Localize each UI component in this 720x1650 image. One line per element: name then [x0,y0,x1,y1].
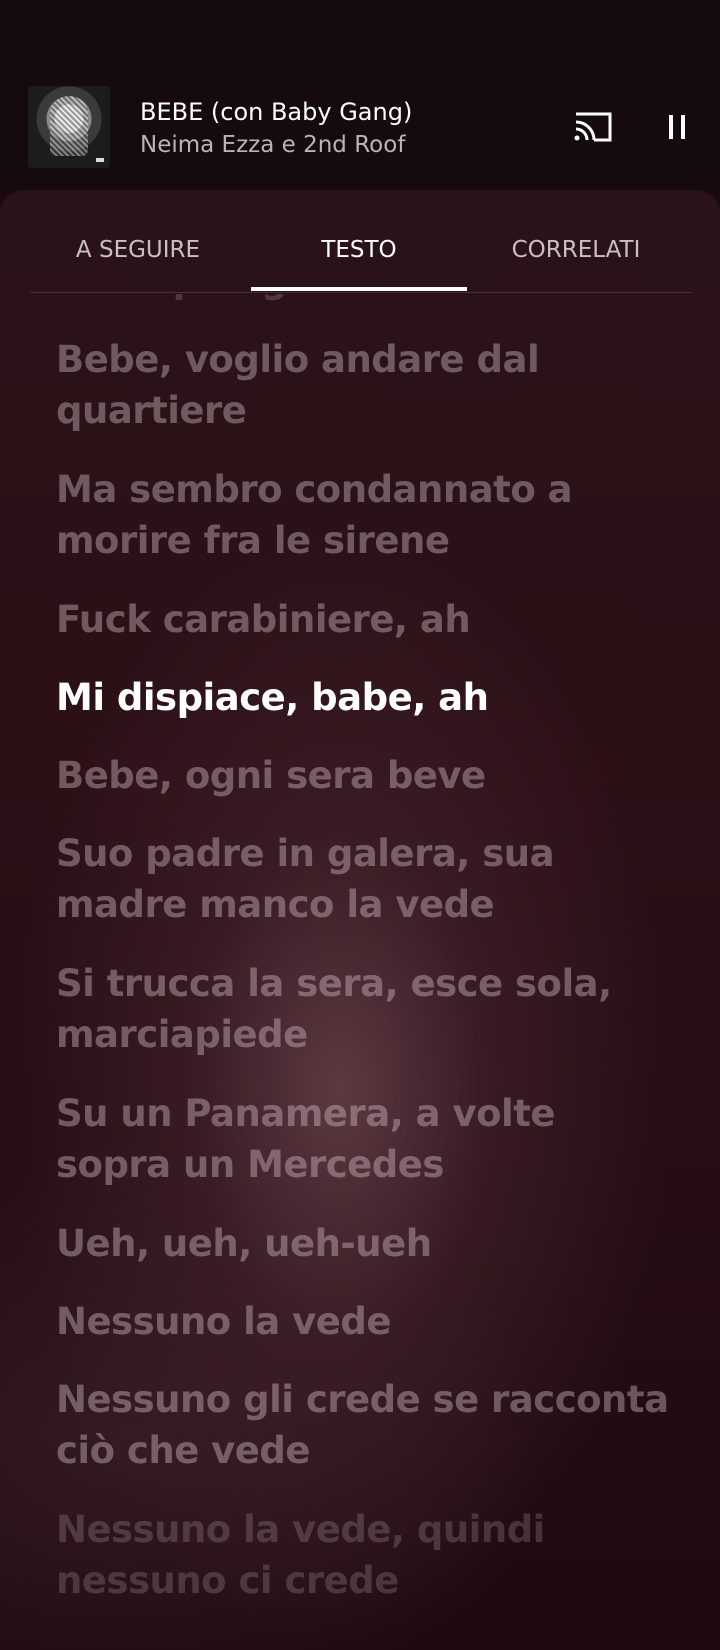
tab-active-indicator [251,287,467,291]
lyric-line[interactable]: Bebe, voglio andare dal quartiere [56,334,676,436]
lyric-line[interactable]: Ma sembro condannato a morire fra le sir… [56,464,676,566]
tab-related[interactable]: CORRELATI [468,230,684,290]
tab-up-next[interactable]: A SEGUIRE [30,230,246,290]
lyric-line[interactable]: Ueh, ueh, ueh-ueh [56,1218,676,1269]
track-title: BEBE (con Baby Gang) [140,98,413,126]
track-artist: Neima Ezza e 2nd Roof [140,132,406,158]
tab-bar: A SEGUIRE TESTO CORRELATI [30,230,692,293]
lyrics-list[interactable]: E ora piangi tutte le sere Bebe, voglio … [0,294,720,1650]
lyric-line-current[interactable]: Mi dispiace, babe, ah [56,672,676,723]
mini-player-bar[interactable]: BEBE (con Baby Gang) Neima Ezza e 2nd Ro… [0,0,720,190]
lyric-line[interactable]: Suo padre in galera, sua madre manco la … [56,828,676,930]
lyric-line[interactable]: Bebe, ogni sera beve [56,750,676,801]
tab-lyrics[interactable]: TESTO [251,230,467,290]
lyric-line[interactable]: Su un Panamera, a volte sopra un Mercede… [56,1088,676,1190]
cast-button[interactable] [572,110,614,144]
lyric-line[interactable]: Nessuno la vede, quindi nessuno ci crede [56,1504,676,1606]
pause-button[interactable] [660,110,694,144]
lyric-line-partial: E ora piangi tutte le sere [56,294,676,305]
album-art[interactable] [28,86,110,168]
lyric-line[interactable]: Fuck carabiniere, ah [56,594,676,645]
pause-icon [669,115,685,139]
lyric-line[interactable]: Si trucca la sera, esce sola, marciapied… [56,958,676,1060]
cast-icon [574,112,612,142]
lyrics-panel: A SEGUIRE TESTO CORRELATI E ora piangi t… [0,190,720,1650]
lyric-line[interactable]: Nessuno la vede [56,1296,676,1347]
album-art-tag [96,158,104,162]
album-art-figure [50,96,88,156]
lyric-line[interactable]: Nessuno gli crede se racconta ciò che ve… [56,1374,676,1476]
